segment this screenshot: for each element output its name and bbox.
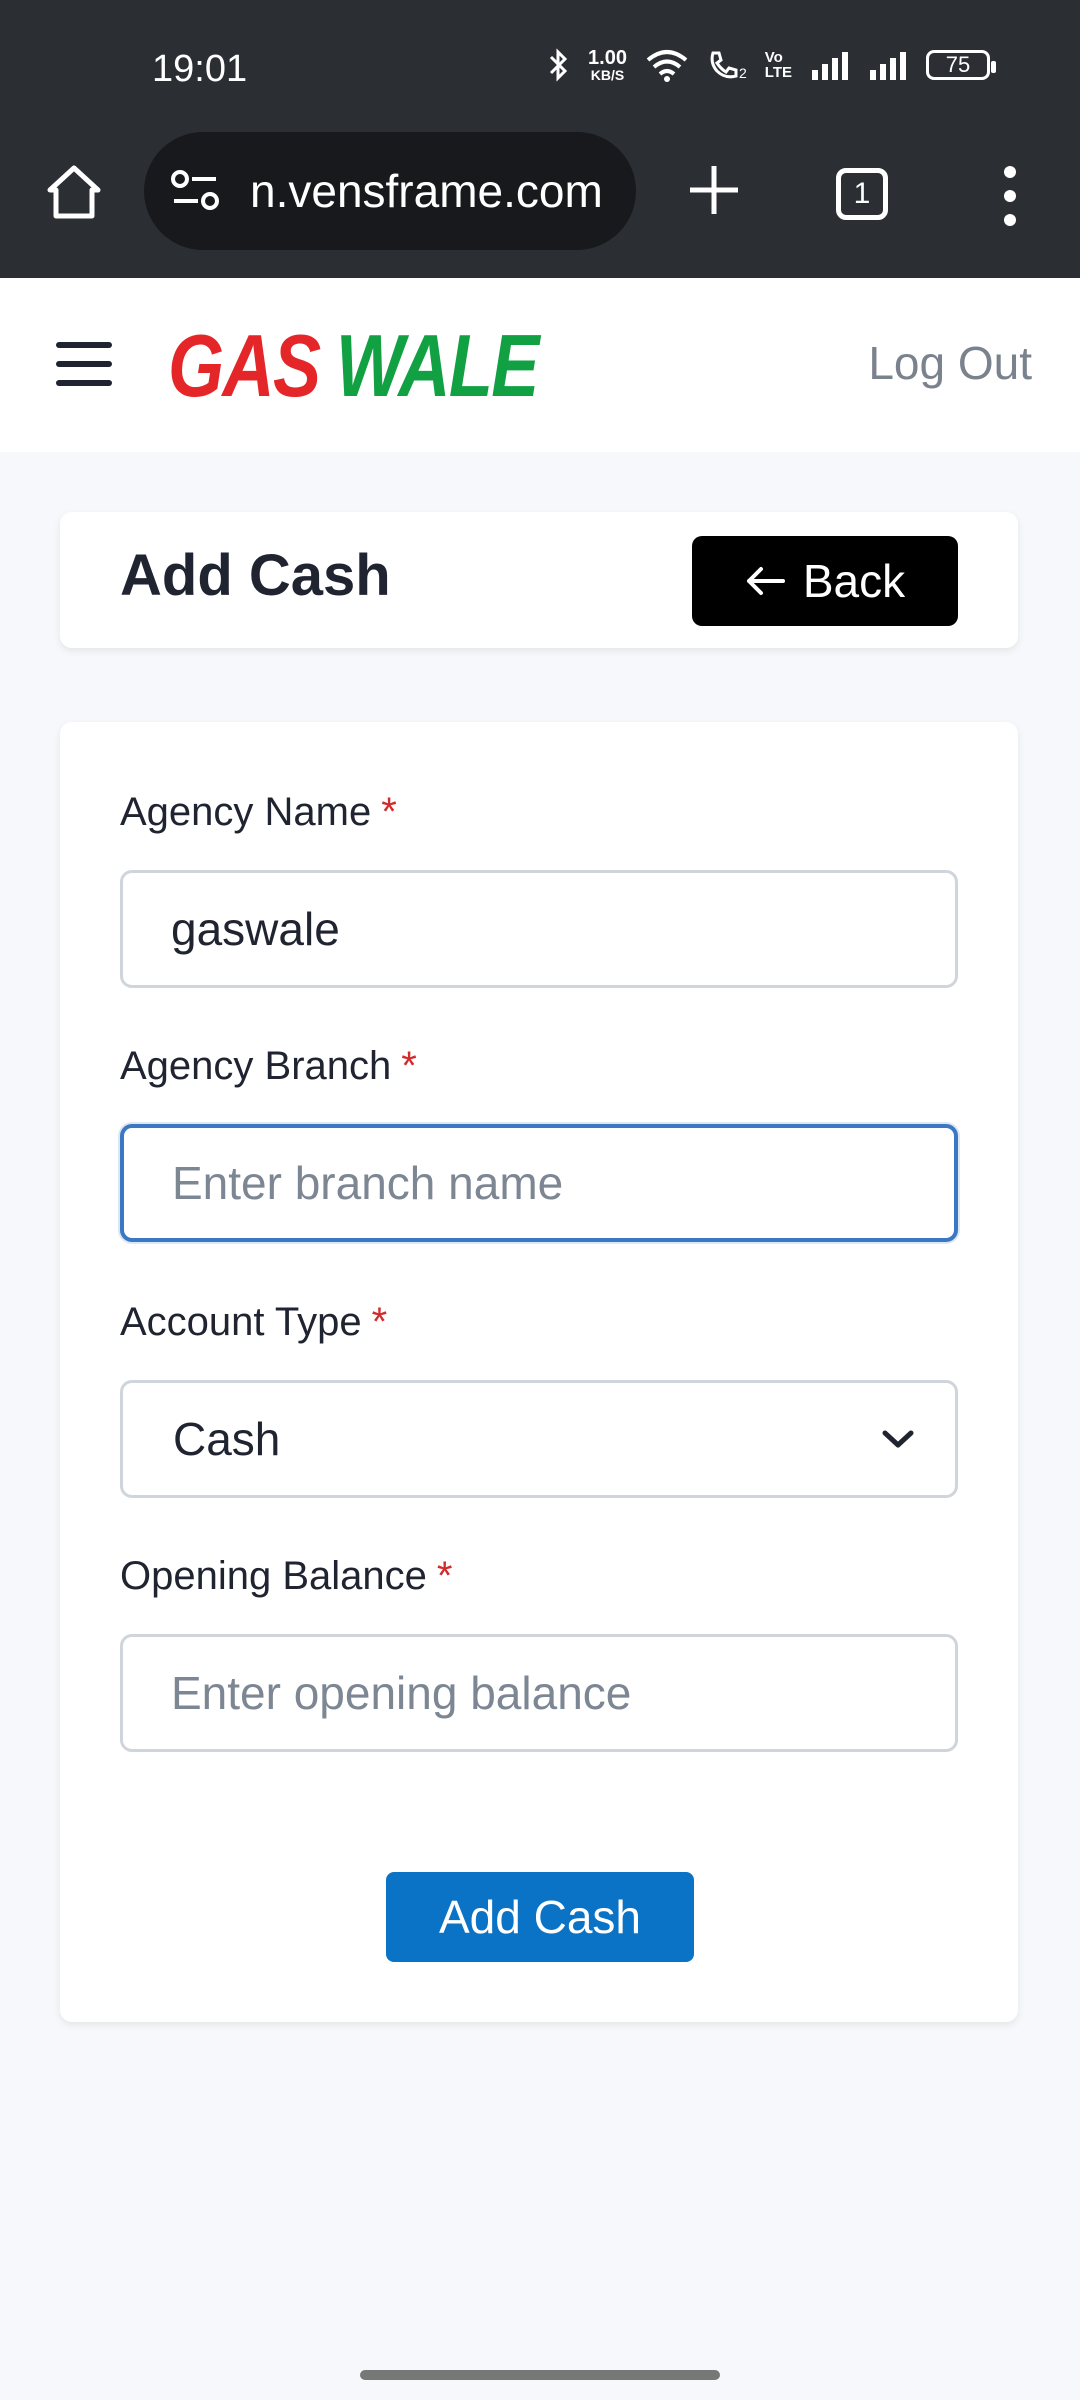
battery-icon: 75 [926,50,996,80]
back-button[interactable]: Back [692,536,958,626]
tab-count: 1 [853,177,871,210]
signal-icon-2 [870,52,906,80]
account-type-label: Account Type * [120,1300,387,1345]
agency-name-input[interactable] [120,870,958,988]
chevron-down-icon [882,1430,914,1448]
call-sim-number: 2 [738,65,747,81]
battery-level: 75 [945,52,971,77]
net-speed: 1.00 KB/S [588,48,627,82]
agency-name-label-text: Agency Name [120,790,372,834]
opening-balance-label: Opening Balance * [120,1554,452,1599]
account-type-select[interactable]: Cash [120,1380,958,1498]
net-speed-unit: KB/S [590,67,625,83]
page-header-card: Add Cash Back [60,512,1018,648]
agency-name-label: Agency Name * [120,790,397,835]
phone-icon [710,51,738,79]
clock: 19:01 [152,48,248,90]
logo-gas: GAS [168,316,321,415]
menu-icon[interactable] [56,340,112,388]
volte-indicator: Vo LTE [765,50,792,80]
more-options-icon[interactable] [1000,164,1020,228]
account-type-selected: Cash [173,1413,281,1465]
address-bar[interactable]: n.vensframe.com [144,132,636,250]
app-header: GAS WALE Log Out [0,278,1080,452]
page-title: Add Cash [120,543,391,608]
brand-logo[interactable]: GAS WALE [168,316,540,415]
account-type-label-text: Account Type [120,1300,362,1344]
browser-toolbar: n.vensframe.com 1 [0,132,1080,278]
status-icons: 1.00 KB/S 2 Vo LTE 75 [548,48,996,82]
wifi-icon [646,50,688,82]
required-mark: * [436,1554,453,1598]
opening-balance-input[interactable] [120,1634,958,1752]
volte-bottom: LTE [764,64,792,81]
back-label: Back [802,555,906,607]
status-bar: 19:01 1.00 KB/S 2 Vo LTE 75 [0,0,1080,132]
gesture-bar[interactable] [360,2370,720,2380]
home-icon[interactable] [42,160,106,224]
required-mark: * [401,1044,417,1088]
logo-wale: WALE [335,316,540,415]
add-cash-submit-button[interactable]: Add Cash [386,1872,694,1962]
add-cash-form: Agency Name* Agency Branch* Account Type… [60,722,1018,2022]
agency-branch-input[interactable] [120,1124,958,1242]
bluetooth-icon [549,48,568,82]
opening-balance-label-text: Opening Balance [120,1554,427,1598]
url-text[interactable]: n.vensframe.com [250,164,620,218]
arrow-left-icon [746,567,785,595]
site-settings-icon[interactable] [166,161,226,221]
wifi-call-icon: 2 [707,49,747,81]
required-mark: * [381,790,397,834]
agency-branch-label-text: Agency Branch [120,1044,392,1088]
new-tab-icon[interactable] [686,162,742,218]
tab-switcher-button[interactable]: 1 [836,168,888,220]
agency-branch-label: Agency Branch * [120,1044,417,1089]
logout-link[interactable]: Log Out [868,336,1032,390]
net-speed-value: 1.00 [588,47,627,69]
required-mark: * [371,1300,388,1344]
volte-top: Vo [764,49,783,66]
signal-icon-1 [812,52,848,80]
